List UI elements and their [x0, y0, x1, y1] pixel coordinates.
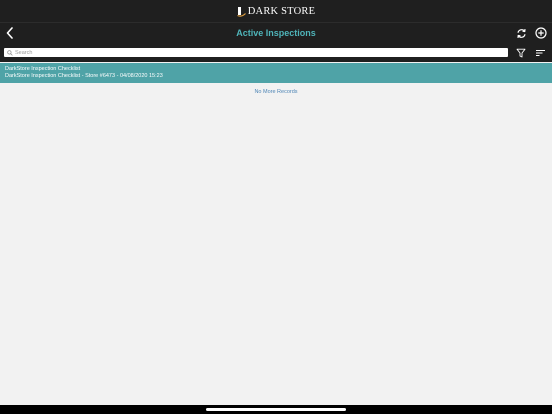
filter-button[interactable] — [514, 46, 527, 59]
refresh-icon — [516, 28, 526, 38]
page-title: Active Inspections — [236, 28, 316, 38]
list-item-title: DarkStore Inspection Checklist — [5, 66, 81, 72]
filter-icon — [516, 48, 525, 57]
bottom-bar — [0, 405, 552, 414]
brand-name: DARK STORE — [247, 5, 316, 17]
dark-store-logo-icon — [236, 6, 246, 17]
nav-bar: Active Inspections — [0, 22, 552, 43]
chevron-left-icon — [6, 27, 13, 39]
add-button[interactable] — [533, 25, 549, 41]
back-button[interactable] — [2, 25, 18, 41]
list-item[interactable]: DarkStore Inspection Checklist DarkStore… — [0, 63, 552, 83]
search-icon — [7, 49, 13, 56]
brand-bar: DARK STORE — [0, 0, 552, 22]
sort-button[interactable] — [534, 46, 547, 59]
search-input[interactable] — [15, 48, 495, 57]
home-indicator[interactable] — [206, 408, 346, 411]
plus-circle-icon — [535, 27, 547, 39]
list-item-subtitle: DarkStore Inspection Checklist - Store #… — [5, 73, 163, 79]
refresh-button[interactable] — [513, 25, 529, 41]
search-box[interactable] — [4, 48, 508, 57]
brand-logo: DARK STORE — [236, 5, 316, 17]
no-more-records-label: No More Records — [254, 89, 298, 95]
search-bar — [0, 43, 552, 62]
sort-icon — [536, 49, 545, 56]
